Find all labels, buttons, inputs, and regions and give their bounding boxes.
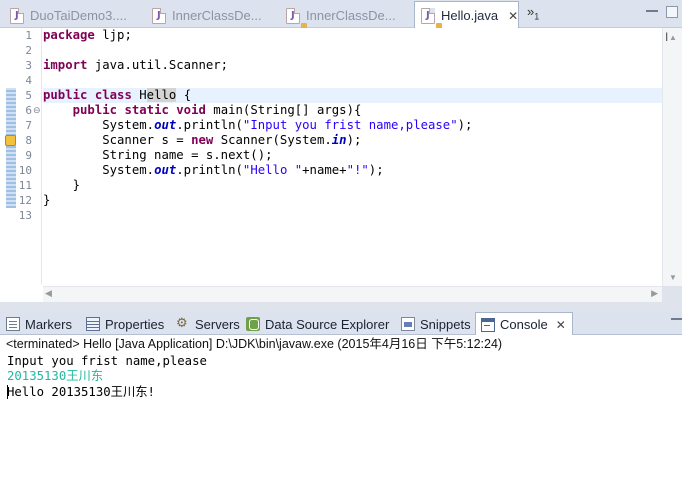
panel-sash[interactable] — [0, 302, 682, 311]
editor-tab-innerclassdemo-1[interactable]: InnerClassDe... — [146, 3, 262, 28]
line-number: 7 — [25, 119, 32, 132]
java-file-warning-icon — [421, 7, 442, 29]
change-ruler-mark — [6, 88, 16, 208]
close-icon[interactable]: ✕ — [556, 318, 566, 332]
java-file-icon — [10, 7, 24, 24]
minimize-icon[interactable] — [671, 318, 682, 328]
scroll-down-icon[interactable]: ▼ — [669, 273, 677, 282]
console-output[interactable]: <terminated> Hello [Java Application] D:… — [0, 335, 682, 499]
line-number: 1 — [25, 29, 32, 42]
maximize-icon[interactable] — [666, 6, 678, 18]
line-number: 11 — [18, 179, 32, 192]
line-number: 8 — [25, 134, 32, 147]
line-number: 5 — [25, 89, 32, 102]
code-line-10: System.out.println("Hello "+name+"!"); — [43, 163, 384, 177]
code-line-6: public static void main(String[] args){ — [72, 103, 362, 117]
tab-snippets[interactable]: Snippets — [401, 313, 471, 335]
overflow-count: 1 — [534, 11, 540, 22]
code-area[interactable]: package ljp; import java.util.Scanner; p… — [43, 28, 662, 284]
console-process-header: <terminated> Hello [Java Application] D:… — [6, 337, 503, 351]
console-output-line: Hello 20135130王川东! — [7, 385, 155, 399]
view-tab-label: Console — [500, 317, 548, 332]
view-tab-label: Snippets — [420, 316, 471, 332]
editor-tab-innerclassdemo-2[interactable]: InnerClassDe... — [280, 3, 396, 29]
text-caret — [7, 385, 8, 399]
view-tab-label: Properties — [105, 316, 165, 332]
code-line-1: package ljp; — [43, 28, 132, 42]
line-number: 10 — [18, 164, 32, 177]
editor-tab-label: DuoTaiDemo3.... — [30, 8, 127, 23]
console-icon — [481, 317, 495, 332]
line-number: 3 — [25, 59, 32, 72]
view-tab-label: Markers — [25, 316, 72, 332]
snippets-icon — [401, 317, 415, 331]
line-number-gutter: 1 2 3 4 5 6 ⊖ 7 8 9 10 11 12 13 — [18, 28, 42, 284]
view-tab-bar: Markers Properties Servers Data Source E… — [0, 311, 682, 336]
tab-markers[interactable]: Markers — [6, 313, 72, 335]
close-icon[interactable]: ✕ — [508, 9, 518, 23]
java-file-icon — [152, 7, 166, 24]
line-number: 4 — [25, 74, 32, 87]
editor-tab-hello-java[interactable]: Hello.java ✕ — [414, 1, 520, 29]
tab-properties[interactable]: Properties — [86, 313, 164, 335]
warning-icon[interactable] — [5, 135, 16, 146]
code-line-9: String name = s.next(); — [43, 148, 273, 162]
editor-tab-overflow-button[interactable]: »1 — [527, 4, 539, 22]
console-output-line: Input you frist name,please — [7, 354, 207, 368]
code-line-5: public class Hello { — [43, 88, 192, 102]
editor-vertical-scrollbar[interactable]: ▲ ▼ — [662, 28, 682, 286]
servers-icon — [176, 315, 190, 331]
view-tab-label: Data Source Explorer — [265, 316, 390, 332]
line-number: 12 — [18, 194, 32, 207]
java-file-warning-icon — [286, 7, 307, 29]
editor-tab-label: InnerClassDe... — [172, 8, 262, 23]
editor-tab-bar: DuoTaiDemo3.... InnerClassDe... InnerCla… — [0, 0, 682, 29]
view-tab-label: Servers — [195, 316, 240, 332]
line-number: 6 — [25, 104, 32, 117]
scroll-left-icon[interactable]: ◀ — [45, 288, 52, 299]
tab-console[interactable]: Console ✕ — [475, 312, 573, 336]
code-line-7: System.out.println("Input you frist name… — [43, 118, 473, 132]
editor-tab-label: InnerClassDe... — [306, 8, 396, 23]
java-editor[interactable]: 1 2 3 4 5 6 ⊖ 7 8 9 10 11 12 13 package … — [0, 28, 662, 304]
editor-horizontal-scrollbar[interactable]: ◀ ▶ — [43, 286, 662, 302]
code-line-12: } — [43, 193, 51, 207]
tab-servers[interactable]: Servers — [176, 313, 240, 335]
minimize-icon[interactable] — [646, 10, 658, 18]
editor-tab-label: Hello.java — [441, 8, 499, 23]
line-number: 13 — [18, 209, 32, 222]
properties-icon — [86, 317, 100, 331]
overview-ruler — [0, 28, 18, 304]
markers-icon — [6, 317, 20, 331]
code-line-3: import java.util.Scanner; — [43, 58, 229, 72]
line-number: 2 — [25, 44, 32, 57]
tab-data-source-explorer[interactable]: Data Source Explorer — [246, 313, 389, 335]
outline-view-edge: I — [665, 30, 669, 44]
console-input-line: 20135130王川东 — [7, 369, 104, 383]
fold-collapse-icon[interactable]: ⊖ — [33, 103, 41, 118]
scroll-right-icon[interactable]: ▶ — [651, 288, 658, 299]
text-selection: ello — [146, 88, 177, 102]
editor-tab-duotaidemo3[interactable]: DuoTaiDemo3.... — [4, 3, 127, 28]
scroll-up-icon[interactable]: ▲ — [669, 33, 677, 42]
line-number: 9 — [25, 149, 32, 162]
code-line-8: Scanner s = new Scanner(System.in); — [43, 133, 362, 147]
code-line-11: } — [43, 178, 81, 192]
data-source-icon — [246, 317, 260, 331]
